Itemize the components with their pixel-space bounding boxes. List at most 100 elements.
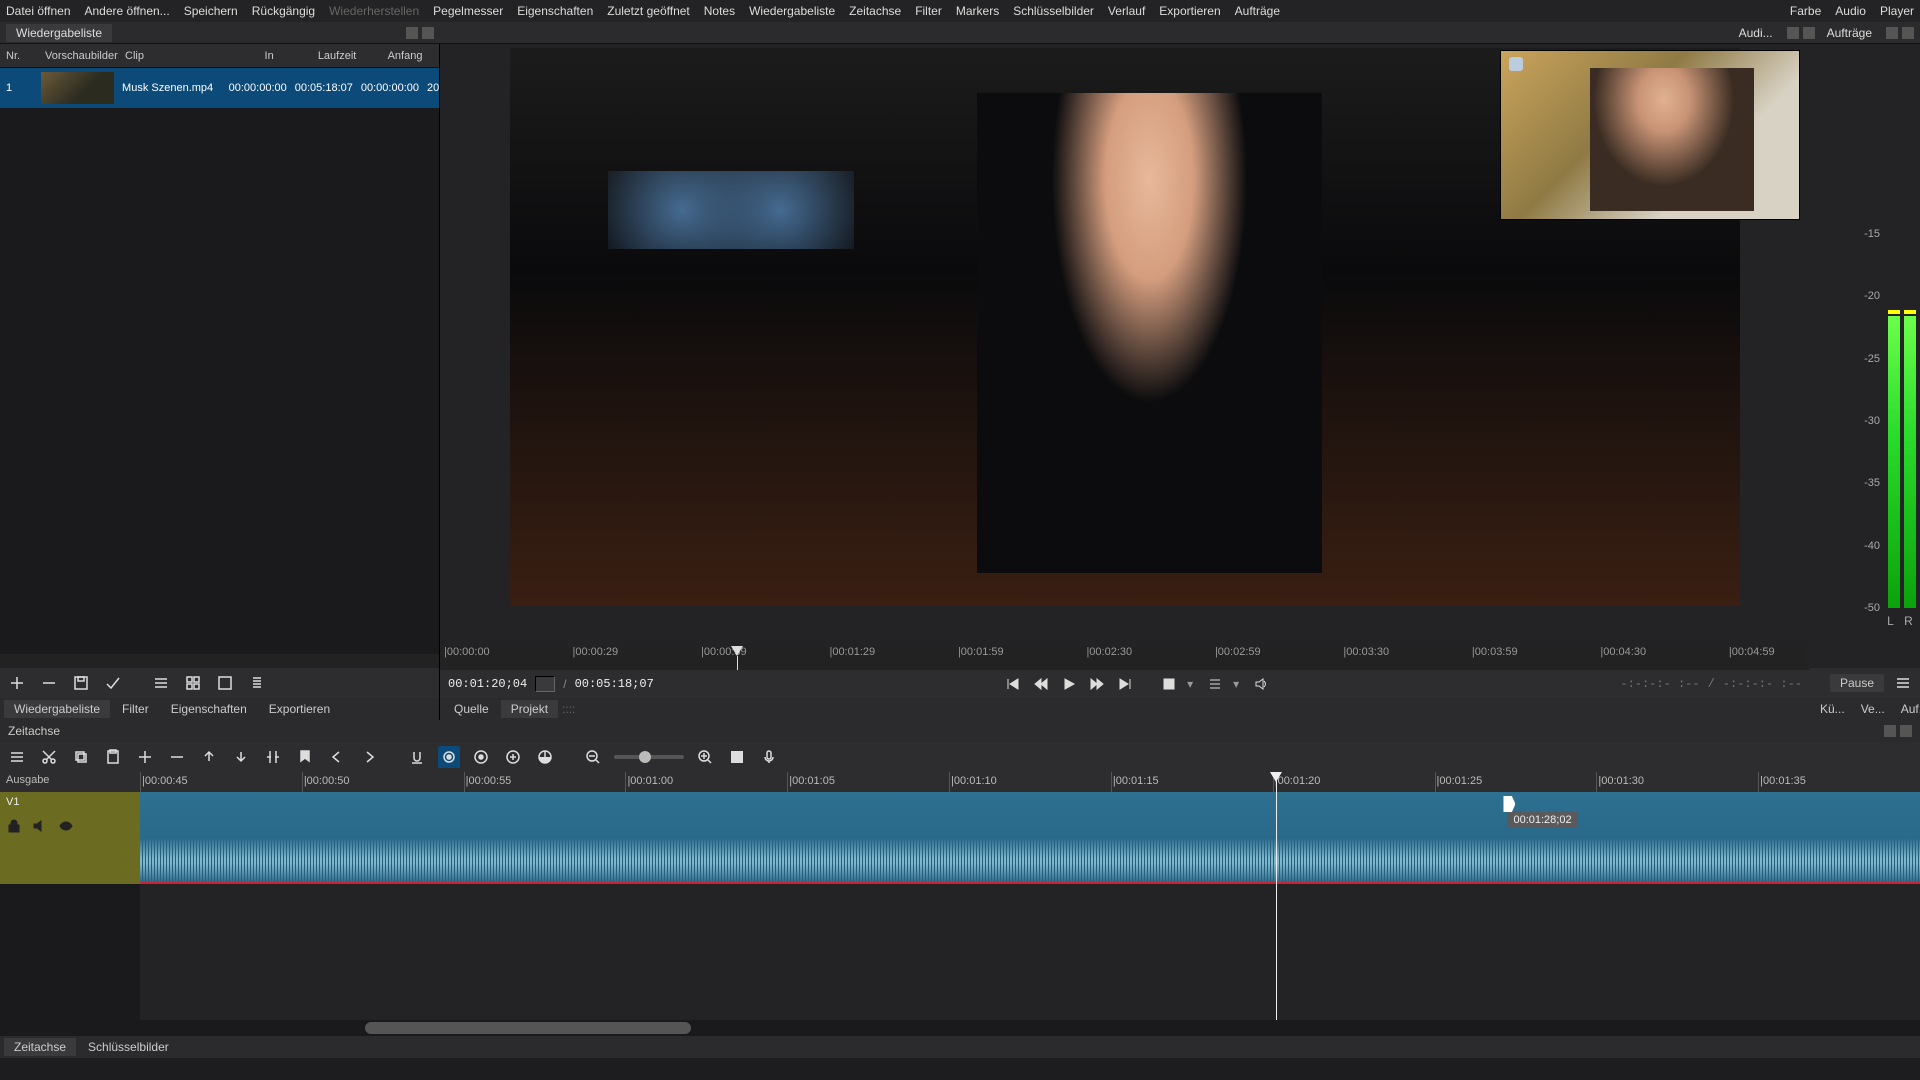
track-lock-icon[interactable] xyxy=(6,818,22,834)
menu-player[interactable]: Player xyxy=(1880,4,1914,18)
current-timecode[interactable]: 00:01:20;04 xyxy=(448,677,527,691)
menu-exportieren[interactable]: Exportieren xyxy=(1159,4,1220,18)
menu-andere-oeffnen[interactable]: Andere öffnen... xyxy=(85,4,170,18)
tab-filter[interactable]: Filter xyxy=(112,700,159,718)
timecode-spinner[interactable] xyxy=(535,676,555,692)
tab-exportieren[interactable]: Exportieren xyxy=(259,700,340,718)
menu-pegelmesser[interactable]: Pegelmesser xyxy=(433,4,503,18)
ripple-markers-icon[interactable] xyxy=(534,746,556,768)
menu-rueckgaengig[interactable]: Rückgängig xyxy=(252,4,315,18)
menu-verlauf[interactable]: Verlauf xyxy=(1108,4,1145,18)
menu-filter[interactable]: Filter xyxy=(915,4,942,18)
track-mute-icon[interactable] xyxy=(32,818,48,834)
append-icon[interactable] xyxy=(134,746,156,768)
ripple-all-icon[interactable] xyxy=(502,746,524,768)
panel-close-icon[interactable] xyxy=(1902,27,1914,39)
menu-notes[interactable]: Notes xyxy=(704,4,735,18)
tab-audio-trunc[interactable]: Audi... xyxy=(1729,24,1783,42)
stop-button[interactable] xyxy=(1159,674,1179,694)
paste-icon[interactable] xyxy=(102,746,124,768)
menu-markers[interactable]: Markers xyxy=(956,4,999,18)
tab-auftraege[interactable]: Aufträge xyxy=(1817,24,1882,42)
view-icons-icon[interactable] xyxy=(214,672,236,694)
remove-button[interactable] xyxy=(38,672,60,694)
menu-keyframes[interactable]: Schlüsselbilder xyxy=(1013,4,1094,18)
pause-button[interactable]: Pause xyxy=(1830,674,1884,692)
menu-audio[interactable]: Audio xyxy=(1835,4,1866,18)
tab-zeitachse[interactable]: Zeitachse xyxy=(4,1038,76,1056)
tab-projekt[interactable]: Projekt xyxy=(501,700,558,718)
lift-icon[interactable] xyxy=(198,746,220,768)
tab-ku[interactable]: Kü... xyxy=(1814,700,1851,718)
panel-float-icon[interactable] xyxy=(1787,27,1799,39)
record-audio-icon[interactable] xyxy=(758,746,780,768)
menu-wiedergabeliste[interactable]: Wiedergabeliste xyxy=(749,4,835,18)
col-in[interactable]: In xyxy=(235,50,303,62)
split-icon[interactable] xyxy=(262,746,284,768)
col-thumb[interactable]: Vorschaubilder xyxy=(39,50,119,62)
zoom-slider[interactable] xyxy=(614,755,684,759)
stop-dropdown[interactable]: ▾ xyxy=(1187,677,1197,691)
player-ruler[interactable]: |00:00:00|00:00:29|00:00:59|00:01:29|00:… xyxy=(444,646,1806,670)
menu-auftraege[interactable]: Aufträge xyxy=(1235,4,1280,18)
timeline-ruler[interactable]: |00:00:45|00:00:50|00:00:55|00:01:00|00:… xyxy=(140,772,1920,792)
panel-float-icon[interactable] xyxy=(406,27,418,39)
tab-quelle[interactable]: Quelle xyxy=(444,700,499,718)
col-anfang[interactable]: Anfang xyxy=(371,50,439,62)
view-list-icon[interactable] xyxy=(150,672,172,694)
track-hide-icon[interactable] xyxy=(58,818,74,834)
remove-icon[interactable] xyxy=(166,746,188,768)
ffwd-button[interactable] xyxy=(1087,674,1107,694)
save-button[interactable] xyxy=(70,672,92,694)
jobs-menu-icon[interactable] xyxy=(1892,672,1914,694)
skip-start-button[interactable] xyxy=(1003,674,1023,694)
tab-auf[interactable]: Auf... xyxy=(1895,700,1920,718)
playlist-hscroll[interactable] xyxy=(0,654,439,668)
panel-close-icon[interactable] xyxy=(1803,27,1815,39)
menu-zuletzt[interactable]: Zuletzt geöffnet xyxy=(607,4,690,18)
webcam-overlay[interactable] xyxy=(1500,50,1800,220)
rewind-button[interactable] xyxy=(1031,674,1051,694)
timeline-playhead[interactable] xyxy=(1276,772,1277,1020)
pin-icon[interactable] xyxy=(1509,57,1523,71)
playlist-row[interactable]: 1 Musk Szenen.mp4 00:00:00:00 00:05:18:0… xyxy=(0,68,439,108)
tab-wiedergabeliste[interactable]: Wiedergabeliste xyxy=(4,700,110,718)
check-button[interactable] xyxy=(102,672,124,694)
tab-ve[interactable]: Ve... xyxy=(1855,700,1891,718)
timeline-clip[interactable] xyxy=(140,792,1920,884)
menu-eigenschaften[interactable]: Eigenschaften xyxy=(517,4,593,18)
menu-zeitachse[interactable]: Zeitachse xyxy=(849,4,901,18)
drag-grip[interactable]: :::: xyxy=(562,702,575,716)
view-details-icon[interactable] xyxy=(246,672,268,694)
menu-farbe[interactable]: Farbe xyxy=(1790,4,1821,18)
cut-icon[interactable] xyxy=(38,746,60,768)
view-tiles-icon[interactable] xyxy=(182,672,204,694)
marker-icon[interactable] xyxy=(294,746,316,768)
zoom-out-icon[interactable] xyxy=(582,746,604,768)
prev-marker-icon[interactable] xyxy=(326,746,348,768)
scrub-audio-icon[interactable] xyxy=(438,746,460,768)
panel-float-icon[interactable] xyxy=(1884,725,1896,737)
track-header-v1[interactable]: V1 xyxy=(0,792,140,884)
tab-eigenschaften[interactable]: Eigenschaften xyxy=(161,700,257,718)
next-marker-icon[interactable] xyxy=(358,746,380,768)
grid-button[interactable] xyxy=(1205,674,1225,694)
volume-button[interactable] xyxy=(1251,674,1271,694)
grid-dropdown[interactable]: ▾ xyxy=(1233,677,1243,691)
zoom-in-icon[interactable] xyxy=(694,746,716,768)
col-laufzeit[interactable]: Laufzeit xyxy=(303,50,371,62)
play-button[interactable] xyxy=(1059,674,1079,694)
tl-menu-icon[interactable] xyxy=(6,746,28,768)
col-nr[interactable]: Nr. xyxy=(0,50,39,62)
panel-float-icon[interactable] xyxy=(1886,27,1898,39)
copy-icon[interactable] xyxy=(70,746,92,768)
output-label[interactable]: Ausgabe xyxy=(0,772,140,792)
zoom-fit-icon[interactable] xyxy=(726,746,748,768)
panel-close-icon[interactable] xyxy=(1900,725,1912,737)
timeline-hscroll[interactable] xyxy=(0,1020,1920,1036)
tab-schluesselbilder[interactable]: Schlüsselbilder xyxy=(78,1038,179,1056)
snap-icon[interactable] xyxy=(406,746,428,768)
panel-close-icon[interactable] xyxy=(422,27,434,39)
add-button[interactable] xyxy=(6,672,28,694)
col-clip[interactable]: Clip xyxy=(119,50,235,62)
